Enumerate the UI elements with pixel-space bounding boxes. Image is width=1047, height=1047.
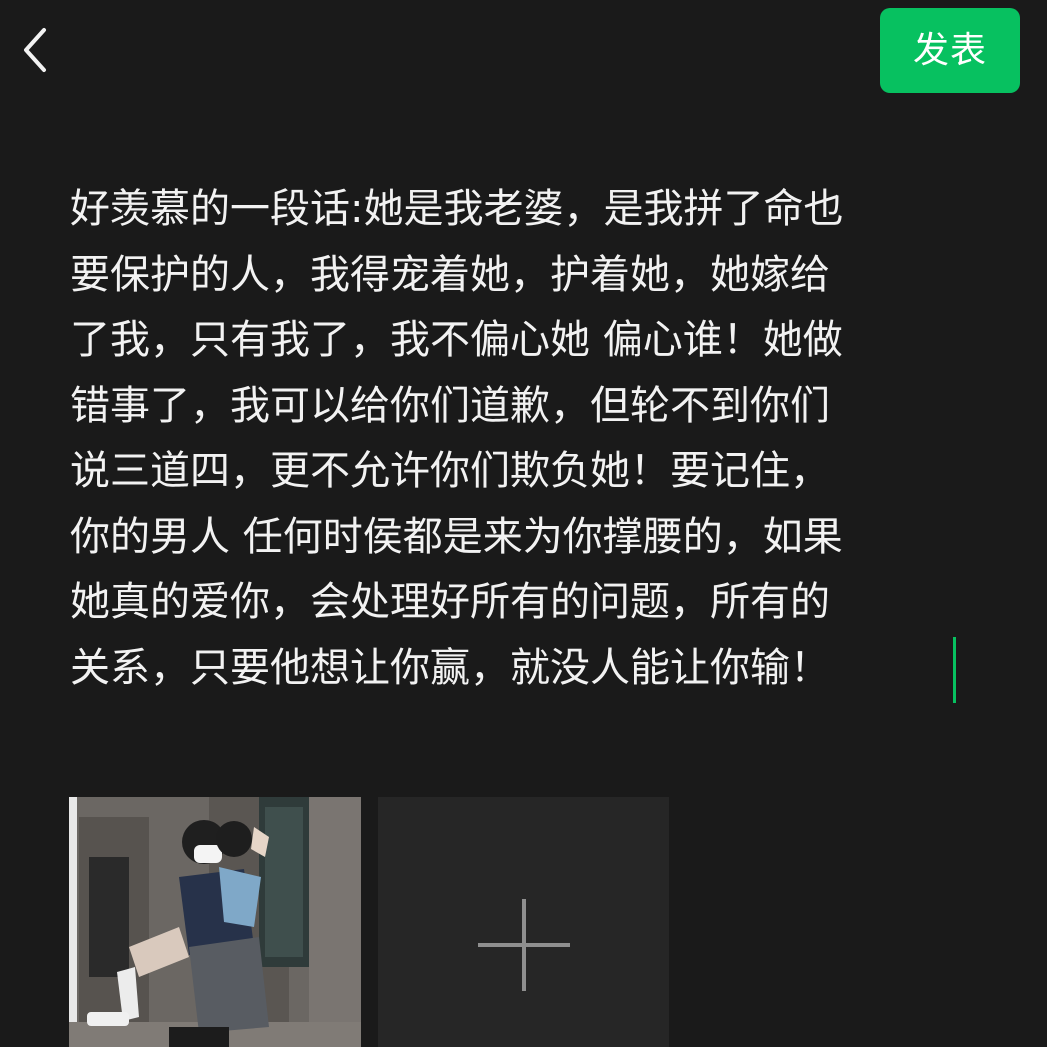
post-text-line: 好羡慕的一段话:她是我老婆，是我拼了命也: [70, 186, 844, 232]
plus-icon: [478, 899, 570, 991]
post-text-line: 关系，只要他想让你赢，就没人能让你输！: [70, 644, 830, 691]
post-text-line: 错事了，我可以给你们道歉，但轮不到你们: [70, 382, 830, 429]
post-text-line: 说三道四，更不允许你们欺负她！要记住，: [70, 448, 830, 494]
text-cursor: [953, 637, 956, 703]
post-text-line: 了我，只有我了，我不偏心她 偏心谁！她做: [70, 317, 843, 363]
photo-image: [69, 797, 361, 1047]
post-text-input[interactable]: 好羡慕的一段话:她是我老婆，是我拼了命也 要保护的人，我得宠着她，护着她，她嫁给…: [70, 177, 970, 701]
post-text-line: 她真的爱你，会处理好所有的问题，所有的: [70, 579, 830, 625]
add-photo-button[interactable]: [378, 797, 669, 1047]
chevron-left-icon: [24, 28, 46, 72]
publish-button[interactable]: 发表: [880, 8, 1020, 93]
back-button[interactable]: [14, 20, 60, 80]
post-text-line: 你的男人 任何时侯都是来为你撑腰的，如果: [70, 513, 843, 560]
attached-photo-thumbnail[interactable]: [69, 797, 361, 1047]
post-text-line: 要保护的人，我得宠着她，护着她，她嫁给: [70, 251, 830, 298]
